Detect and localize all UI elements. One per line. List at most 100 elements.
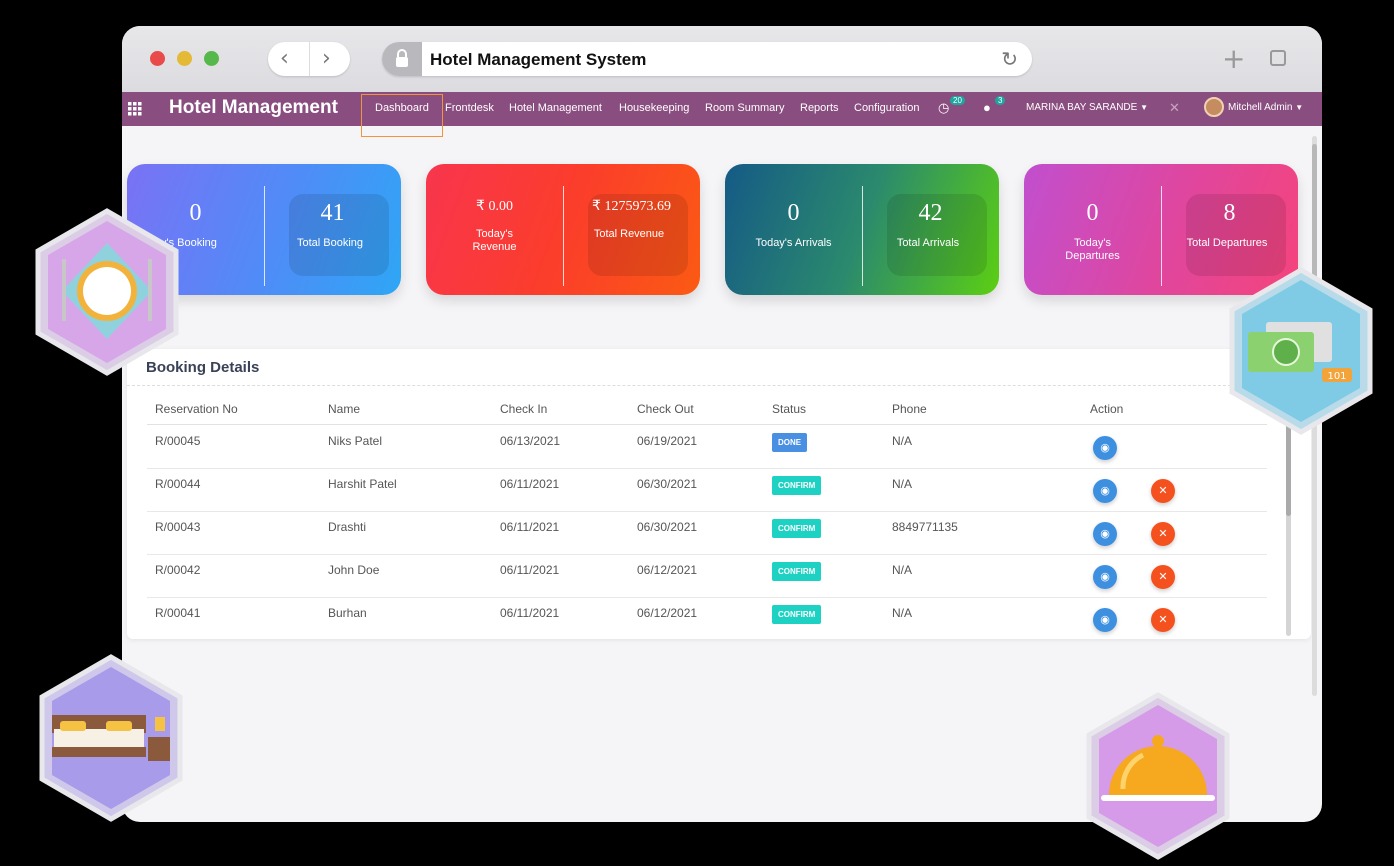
col-status: Status [772, 402, 807, 416]
reservation-no[interactable]: R/00043 [155, 520, 200, 534]
back-arrow-icon[interactable]: ‹ [280, 46, 289, 71]
apps-grid-icon[interactable] [128, 102, 142, 116]
user-avatar[interactable] [1204, 97, 1224, 117]
check-in-date: 06/11/2021 [500, 520, 560, 534]
food-cloche-icon [1086, 692, 1230, 860]
total-revenue-value: ₹ 1275973.69 [592, 199, 671, 214]
todays-revenue-label: Today's Revenue [472, 228, 517, 253]
todays-arrivals-value: 0 [787, 200, 800, 226]
reload-icon[interactable]: ↻ [1001, 47, 1018, 71]
status-badge: CONFIRM [772, 562, 822, 581]
guest-name: Burhan [328, 606, 367, 620]
bed-icon [39, 654, 183, 822]
col-reservation-no: Reservation No [155, 402, 238, 416]
lock-icon-area [382, 42, 422, 76]
check-out-date: 06/19/2021 [637, 434, 698, 448]
todays-departures-label: Today's Departures [1065, 237, 1120, 262]
booking-details-panel: Booking Details Reservation No Name Chec… [127, 349, 1311, 639]
check-in-date: 06/13/2021 [500, 434, 561, 448]
lock-icon [396, 49, 408, 67]
cancel-x-icon[interactable]: ✕ [1151, 479, 1175, 503]
messages-count-badge: 3 [995, 96, 1006, 105]
reservation-no[interactable]: R/00041 [155, 606, 200, 620]
todays-arrivals-label: Today's Arrivals [755, 237, 832, 249]
todays-departures-value: 0 [1086, 200, 1099, 226]
revenue-card[interactable]: ₹ 0.00 Today's Revenue ₹ 1275973.69 Tota… [426, 164, 700, 295]
table-row[interactable]: R/00045 Niks Patel 06/13/2021 06/19/2021… [147, 426, 1267, 469]
total-revenue-label: Total Revenue [593, 228, 665, 240]
guest-name: Niks Patel [328, 434, 383, 448]
company-name: MARINA BAY SARANDE [1026, 102, 1138, 113]
col-phone: Phone [892, 402, 927, 416]
guest-name: John Doe [328, 563, 380, 577]
view-eye-icon[interactable]: ◉ [1093, 436, 1117, 460]
phone: 8849771135 [892, 520, 958, 534]
col-check-out: Check Out [637, 402, 694, 416]
status-badge: DONE [772, 433, 808, 452]
col-check-in: Check In [500, 402, 548, 416]
active-menu-highlight [361, 94, 443, 137]
guest-name: Harshit Patel [328, 477, 397, 491]
phone: N/A [892, 563, 913, 577]
keycard-icon: 101 [1229, 267, 1373, 435]
total-arrivals-label: Total Arrivals [896, 237, 960, 249]
cancel-x-icon[interactable]: ✕ [1151, 522, 1175, 546]
debug-tools-icon[interactable]: ✕ [1169, 100, 1180, 116]
header-rule [147, 424, 1267, 425]
total-booking-value: 41 [320, 200, 345, 226]
caret-down-icon: ▼ [1140, 103, 1149, 112]
arrivals-card[interactable]: 0 Today's Arrivals 42 Total Arrivals [725, 164, 999, 295]
col-action: Action [1090, 402, 1124, 416]
address-bar[interactable]: Hotel Management System ↻ [382, 42, 1032, 76]
check-in-date: 06/11/2021 [500, 563, 560, 577]
table-row[interactable]: R/00043 Drashti 06/11/2021 06/30/2021 CO… [147, 512, 1267, 555]
status-badge: CONFIRM [772, 476, 822, 495]
user-menu[interactable]: Mitchell Admin ▼ [1228, 102, 1303, 113]
reservation-no[interactable]: R/00042 [155, 563, 200, 577]
zoom-window-dot[interactable] [204, 51, 219, 66]
check-in-date: 06/11/2021 [500, 606, 560, 620]
phone: N/A [892, 606, 913, 620]
tabs-overview-icon[interactable] [1270, 50, 1286, 66]
view-eye-icon[interactable]: ◉ [1093, 522, 1117, 546]
menu-hotel-management[interactable]: Hotel Management [509, 102, 602, 114]
menu-reports[interactable]: Reports [800, 102, 839, 114]
panel-divider [127, 385, 1311, 386]
check-out-date: 06/30/2021 [637, 477, 698, 491]
table-row[interactable]: R/00044 Harshit Patel 06/11/2021 06/30/2… [147, 469, 1267, 512]
view-eye-icon[interactable]: ◉ [1093, 608, 1117, 632]
close-window-dot[interactable] [150, 51, 165, 66]
table-row[interactable]: R/00042 John Doe 06/11/2021 06/12/2021 C… [147, 555, 1267, 598]
reservation-no[interactable]: R/00044 [155, 477, 200, 491]
table-row[interactable]: R/00041 Burhan 06/11/2021 06/12/2021 CON… [147, 598, 1267, 641]
user-caret-icon: ▼ [1295, 103, 1304, 112]
view-eye-icon[interactable]: ◉ [1093, 479, 1117, 503]
reservation-no[interactable]: R/00045 [155, 434, 200, 448]
total-arrivals-value: 42 [918, 200, 943, 226]
browser-chrome: ‹ › Hotel Management System ↻ + [122, 26, 1322, 92]
menu-frontdesk[interactable]: Frontdesk [445, 102, 494, 114]
status-badge: CONFIRM [772, 519, 822, 538]
activity-clock-icon[interactable]: ◷ [938, 100, 949, 116]
room-tag-number: 101 [1327, 371, 1346, 382]
menu-configuration[interactable]: Configuration [854, 102, 919, 114]
minimize-window-dot[interactable] [177, 51, 192, 66]
forward-arrow-icon[interactable]: › [322, 46, 331, 71]
total-booking-label: Total Booking [296, 237, 364, 249]
check-out-date: 06/30/2021 [637, 520, 698, 534]
cancel-x-icon[interactable]: ✕ [1151, 565, 1175, 589]
history-divider [309, 42, 310, 76]
view-eye-icon[interactable]: ◉ [1093, 565, 1117, 589]
status-badge: CONFIRM [772, 605, 822, 624]
menu-room-summary[interactable]: Room Summary [705, 102, 784, 114]
menu-housekeeping[interactable]: Housekeeping [619, 102, 689, 114]
page-title-in-address-bar: Hotel Management System [430, 50, 647, 69]
messages-chat-icon[interactable]: ● [983, 100, 991, 115]
new-tab-icon[interactable]: + [1222, 42, 1245, 75]
company-switcher[interactable]: MARINA BAY SARANDE ▼ [1026, 102, 1148, 113]
check-in-date: 06/11/2021 [500, 477, 560, 491]
cancel-x-icon[interactable]: ✕ [1151, 608, 1175, 632]
user-name: Mitchell Admin [1228, 102, 1293, 113]
check-out-date: 06/12/2021 [637, 606, 698, 620]
app-brand[interactable]: Hotel Management [169, 97, 338, 119]
